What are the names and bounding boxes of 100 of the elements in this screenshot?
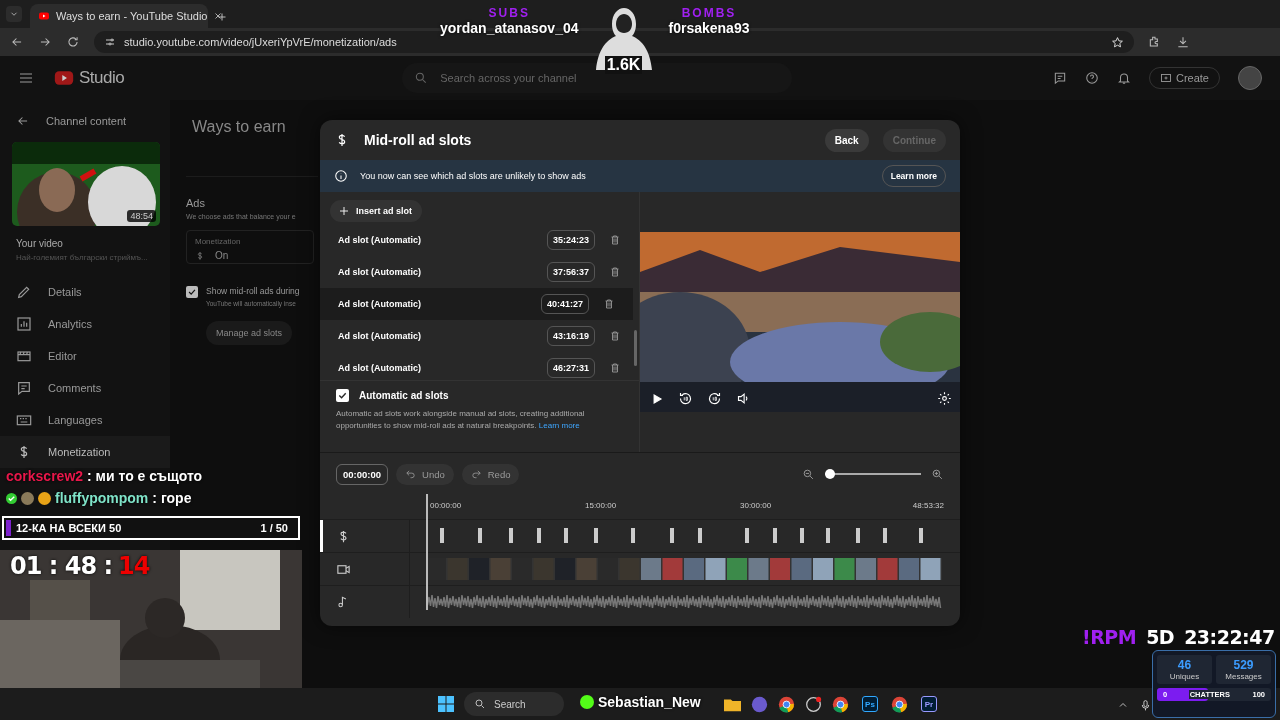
chat-message: : горе xyxy=(152,490,192,506)
bell-icon xyxy=(1116,71,1131,85)
search-icon xyxy=(414,71,429,85)
banner-text: You now can see which ad slots are unlikely to show ads xyxy=(360,171,587,181)
delete-icon xyxy=(609,330,621,342)
browser-icon[interactable] xyxy=(891,695,908,713)
learn-more-link[interactable]: Learn more xyxy=(538,421,580,431)
comment-icon xyxy=(16,380,32,396)
time-field[interactable]: 40:41:27 xyxy=(540,294,589,314)
play-logo-icon xyxy=(52,68,76,88)
app-icon[interactable]: Pr xyxy=(918,693,940,715)
streamer-name: Sebastian_New xyxy=(598,694,701,710)
ad-slot-row[interactable]: Ad slot (Automatic) 46:27:31 xyxy=(320,352,639,384)
duration-badge: 48:54 xyxy=(127,210,156,222)
section-heading: Ads xyxy=(186,197,206,209)
time-field[interactable]: 43:16:19 xyxy=(546,326,595,346)
browser-icon[interactable] xyxy=(778,695,795,713)
monetization-field[interactable]: Monetization On xyxy=(186,230,314,264)
taskbar-search[interactable]: Search xyxy=(464,692,564,716)
app-icon[interactable]: Ps xyxy=(859,693,881,715)
nav-item[interactable]: Details xyxy=(0,276,170,308)
folder-icon[interactable] xyxy=(724,696,741,712)
ad-slot-label: Ad slot (Automatic) xyxy=(338,267,422,277)
time-label: 15:00:00 xyxy=(585,501,617,510)
bookmark-star-icon xyxy=(1111,35,1124,49)
search-icon xyxy=(474,698,486,710)
section-label: Your video xyxy=(15,237,64,249)
browser-icon[interactable] xyxy=(832,695,849,713)
settings-icon xyxy=(937,391,952,406)
verified-badge-icon xyxy=(6,492,17,504)
delete-icon xyxy=(603,298,615,310)
dialog-title: Mid-roll ad slots xyxy=(364,132,473,148)
search-field[interactable]: Search across your channel xyxy=(438,71,781,85)
goal-label: 12-КА НА ВСЕКИ 50 xyxy=(15,522,122,534)
goal-count: 1 / 50 xyxy=(260,522,288,534)
timer-text: 01 : 48 : xyxy=(10,552,113,580)
chat-username: corkscrew2 xyxy=(6,468,84,484)
nav-item[interactable]: Comments xyxy=(0,372,170,404)
forward-icon xyxy=(707,391,722,406)
time-label: 48:53:32 xyxy=(912,501,944,510)
info-icon xyxy=(334,169,348,183)
zoom-out-icon xyxy=(802,467,815,481)
time-field[interactable]: 46:27:31 xyxy=(546,358,595,378)
time-label: 00:00:00 xyxy=(430,501,462,510)
download-icon xyxy=(1176,35,1190,49)
description-text: Automatic ad slots work alongside manual ad slots, creating additional opportunities to show mid-roll ads at natural breakpoints. Learn more xyxy=(336,408,586,433)
count-label: 1.6K xyxy=(604,56,643,74)
stat-value: 46 xyxy=(1177,658,1192,672)
back-icon xyxy=(10,35,24,49)
gamepad-app-icon[interactable] xyxy=(805,695,822,713)
ad-slot-row[interactable]: Ad slot (Automatic) 40:41:27 xyxy=(320,288,633,320)
time-field[interactable]: 00:00:00 xyxy=(336,463,389,485)
start-icon[interactable] xyxy=(438,696,454,712)
play-icon xyxy=(650,391,664,406)
back-button[interactable]: Back xyxy=(824,128,869,152)
ad-slot-label: Ad slot (Automatic) xyxy=(338,299,422,309)
delete-icon xyxy=(609,266,621,278)
keyboard-icon xyxy=(16,412,32,428)
ad-slot-row[interactable]: Ad slot (Automatic) 37:56:37 xyxy=(320,256,639,288)
ad-slot-row[interactable]: Ad slot (Automatic) 43:16:19 xyxy=(320,320,639,352)
check-icon xyxy=(187,287,197,297)
ad-slot-label: Ad slot (Automatic) xyxy=(338,331,422,341)
avatar[interactable] xyxy=(1238,66,1262,90)
studio-logo-text: Studio xyxy=(79,68,125,88)
help-icon xyxy=(1084,71,1099,85)
delete-icon xyxy=(609,234,621,246)
nav-item[interactable]: Monetization xyxy=(0,436,170,468)
chat-app-icon[interactable] xyxy=(751,695,768,713)
overlay-label: SUBS xyxy=(488,6,530,20)
zoom-in-icon xyxy=(931,467,944,481)
manage-ad-slots-button[interactable]: Manage ad slots xyxy=(206,321,293,345)
back-link[interactable]: Channel content xyxy=(46,115,127,127)
play-logo-icon xyxy=(38,10,50,22)
check-icon xyxy=(337,390,348,401)
dollar-icon xyxy=(195,250,205,261)
nav-item[interactable]: Languages xyxy=(0,404,170,436)
pencil-icon xyxy=(16,284,32,300)
microphone-icon xyxy=(1139,699,1152,712)
reload-icon xyxy=(66,35,80,49)
ad-slot-row[interactable]: Ad slot (Automatic) 35:24:23 xyxy=(320,224,639,256)
menu-icon xyxy=(18,70,34,86)
stat-value: 529 xyxy=(1233,658,1254,672)
undo-icon xyxy=(405,468,417,480)
countdown: 23:22:47 xyxy=(1184,626,1275,648)
ad-slot-label: Ad slot (Automatic) xyxy=(338,235,422,245)
checkbox[interactable] xyxy=(186,286,198,298)
slider-thumb[interactable] xyxy=(825,469,835,479)
insert-ad-slot-button[interactable]: Insert ad slot xyxy=(330,200,422,222)
nav-item[interactable]: Analytics xyxy=(0,308,170,340)
scrollbar[interactable] xyxy=(634,330,637,366)
nav-item[interactable]: Editor xyxy=(0,340,170,372)
overlay-label: BOMBS xyxy=(681,6,737,20)
checkbox[interactable] xyxy=(336,389,349,402)
stat-label: Uniques xyxy=(1169,672,1200,681)
page-title: Ways to earn xyxy=(192,118,287,136)
timer-seconds: 14 xyxy=(118,552,150,580)
feedback-icon xyxy=(1052,71,1067,85)
time-field[interactable]: 35:24:23 xyxy=(546,230,595,250)
stat-label: Messages xyxy=(1225,672,1262,681)
time-field[interactable]: 37:56:37 xyxy=(546,262,595,282)
